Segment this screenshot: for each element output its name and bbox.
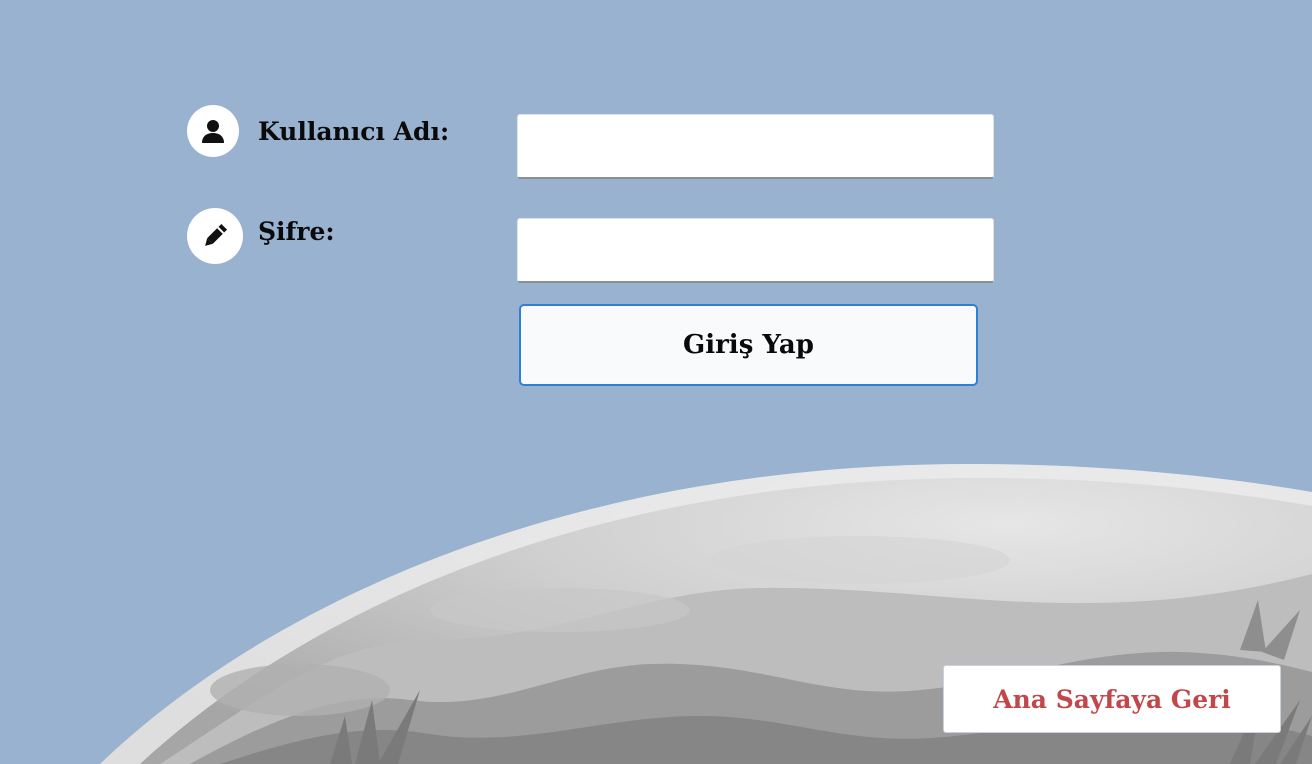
password-label: Şifre: bbox=[258, 217, 335, 246]
password-input[interactable] bbox=[517, 218, 994, 283]
username-input[interactable] bbox=[517, 114, 994, 179]
back-to-home-button[interactable]: Ana Sayfaya Geri bbox=[943, 665, 1281, 733]
username-label: Kullanıcı Adı: bbox=[258, 117, 450, 146]
pencil-icon bbox=[187, 208, 243, 264]
user-icon bbox=[187, 105, 239, 157]
login-button[interactable]: Giriş Yap bbox=[519, 304, 978, 386]
